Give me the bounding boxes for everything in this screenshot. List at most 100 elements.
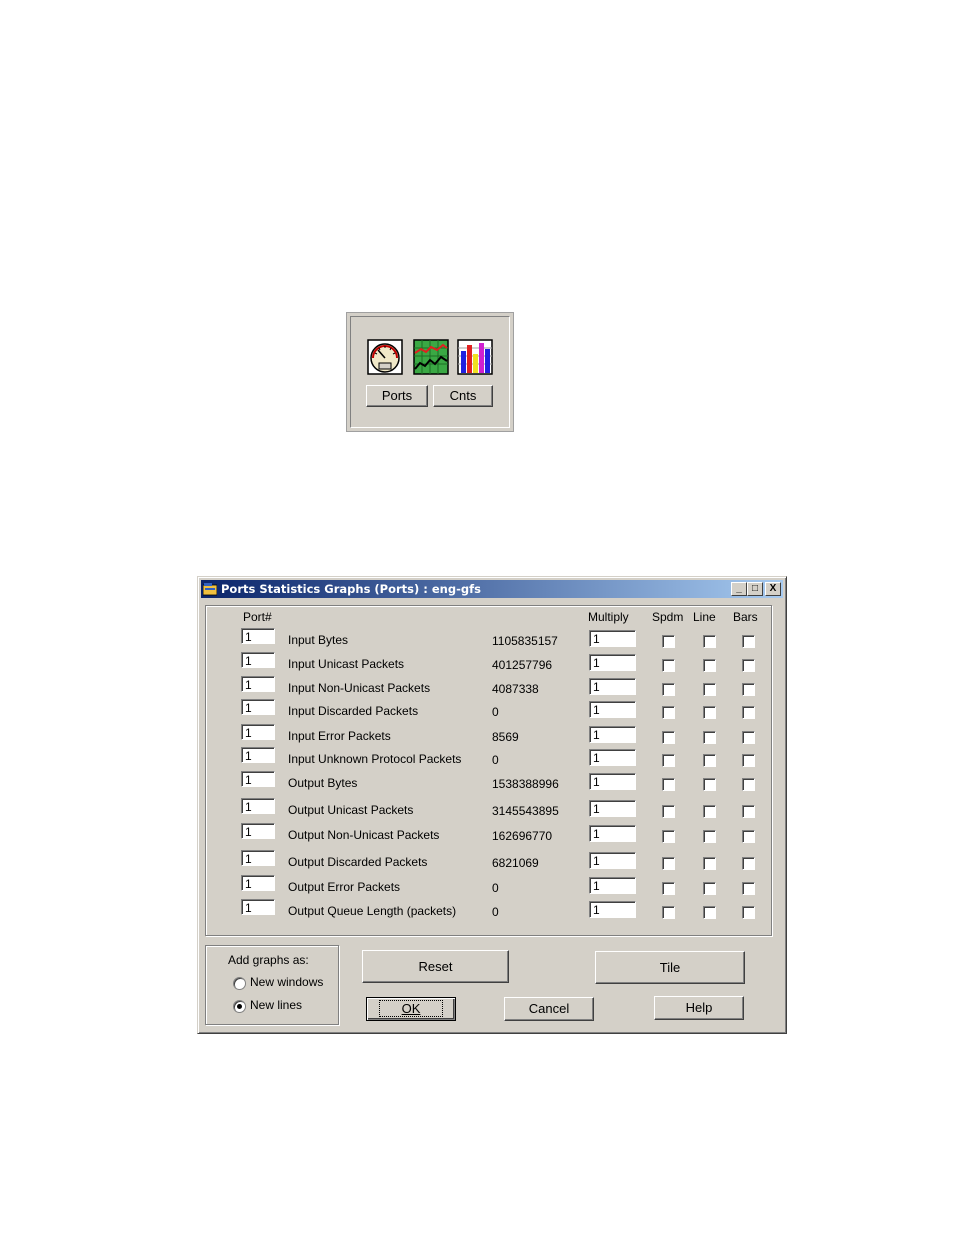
line-header: Line (693, 610, 716, 624)
bars-checkbox[interactable] (742, 882, 755, 895)
new-lines-radio[interactable] (233, 1000, 246, 1013)
spdm-checkbox[interactable] (662, 635, 675, 648)
line-checkbox[interactable] (703, 659, 716, 672)
maximize-button[interactable]: □ (747, 582, 763, 596)
add-graphs-label: Add graphs as: (228, 953, 309, 967)
ok-button-label: OK (378, 1000, 444, 1017)
bar-graph-icon[interactable] (457, 339, 493, 375)
port-number-input[interactable]: 1 (241, 699, 275, 715)
spdm-header: Spdm (652, 610, 684, 624)
port-number-input[interactable]: 1 (241, 771, 275, 787)
statistic-label: Input Error Packets (288, 729, 391, 743)
cancel-button[interactable]: Cancel (504, 997, 594, 1021)
help-button[interactable]: Help (654, 996, 744, 1020)
port-number-input[interactable]: 1 (241, 652, 275, 668)
multiply-input[interactable]: 1 (589, 630, 636, 647)
statistic-value: 8569 (492, 730, 519, 744)
statistic-value: 0 (492, 753, 499, 767)
bars-checkbox[interactable] (742, 635, 755, 648)
multiply-input[interactable]: 1 (589, 749, 636, 766)
spdm-checkbox[interactable] (662, 882, 675, 895)
statistic-label: Input Non-Unicast Packets (288, 681, 431, 695)
multiply-input[interactable]: 1 (589, 726, 636, 743)
bars-checkbox[interactable] (742, 805, 755, 818)
statistic-value: 401257796 (492, 658, 553, 672)
line-checkbox[interactable] (703, 857, 716, 870)
spdm-checkbox[interactable] (662, 754, 675, 767)
line-checkbox[interactable] (703, 805, 716, 818)
line-checkbox[interactable] (703, 906, 716, 919)
line-checkbox[interactable] (703, 706, 716, 719)
title-bar[interactable]: Ports Statistics Graphs (Ports) : eng-gf… (201, 580, 783, 598)
port-number-input[interactable]: 1 (241, 676, 275, 692)
bars-checkbox[interactable] (742, 830, 755, 843)
minimize-button[interactable]: _ (731, 582, 747, 596)
multiply-input[interactable]: 1 (589, 654, 636, 671)
ports-button[interactable]: Ports (366, 385, 428, 407)
statistic-label: Input Discarded Packets (288, 704, 419, 718)
port-number-input[interactable]: 1 (241, 899, 275, 915)
multiply-input[interactable]: 1 (589, 877, 636, 894)
spdm-checkbox[interactable] (662, 683, 675, 696)
cnts-button[interactable]: Cnts (433, 385, 493, 407)
ok-button[interactable]: OK (366, 997, 456, 1021)
spdm-checkbox[interactable] (662, 778, 675, 791)
gauge-icon[interactable] (367, 339, 403, 375)
multiply-input[interactable]: 1 (589, 773, 636, 790)
port-number-input[interactable]: 1 (241, 747, 275, 763)
close-button[interactable]: X (765, 582, 781, 596)
multiply-header: Multiply (588, 610, 629, 624)
statistic-label: Output Non-Unicast Packets (288, 828, 440, 842)
new-windows-radio[interactable] (233, 977, 246, 990)
multiply-input[interactable]: 1 (589, 825, 636, 842)
spdm-checkbox[interactable] (662, 706, 675, 719)
multiply-input[interactable]: 1 (589, 701, 636, 718)
line-checkbox[interactable] (703, 830, 716, 843)
port-number-input[interactable]: 1 (241, 823, 275, 839)
multiply-input[interactable]: 1 (589, 901, 636, 918)
spdm-checkbox[interactable] (662, 830, 675, 843)
bars-checkbox[interactable] (742, 778, 755, 791)
port-number-input[interactable]: 1 (241, 875, 275, 891)
spdm-checkbox[interactable] (662, 659, 675, 672)
spdm-checkbox[interactable] (662, 731, 675, 744)
multiply-input[interactable]: 1 (589, 800, 636, 817)
port-number-input[interactable]: 1 (241, 628, 275, 644)
line-checkbox[interactable] (703, 683, 716, 696)
statistic-value: 4087338 (492, 682, 539, 696)
statistic-value: 0 (492, 705, 499, 719)
port-number-input[interactable]: 1 (241, 724, 275, 740)
line-checkbox[interactable] (703, 882, 716, 895)
cancel-button-label: Cancel (528, 1001, 570, 1016)
graph-toolbar: Ports Cnts (346, 312, 514, 432)
port-header: Port# (243, 610, 272, 624)
bars-checkbox[interactable] (742, 857, 755, 870)
line-graph-icon[interactable] (413, 339, 449, 375)
multiply-input[interactable]: 1 (589, 852, 636, 869)
statistic-label: Input Bytes (288, 633, 349, 647)
line-checkbox[interactable] (703, 635, 716, 648)
line-checkbox[interactable] (703, 731, 716, 744)
spdm-checkbox[interactable] (662, 857, 675, 870)
line-checkbox[interactable] (703, 778, 716, 791)
statistic-value: 0 (492, 905, 499, 919)
bars-checkbox[interactable] (742, 706, 755, 719)
statistic-value: 3145543895 (492, 804, 559, 818)
spdm-checkbox[interactable] (662, 805, 675, 818)
bars-checkbox[interactable] (742, 683, 755, 696)
spdm-checkbox[interactable] (662, 906, 675, 919)
line-checkbox[interactable] (703, 754, 716, 767)
bars-checkbox[interactable] (742, 906, 755, 919)
statistic-value: 1538388996 (492, 777, 559, 791)
port-number-input[interactable]: 1 (241, 850, 275, 866)
multiply-input[interactable]: 1 (589, 678, 636, 695)
bars-checkbox[interactable] (742, 731, 755, 744)
tile-button[interactable]: Tile (595, 951, 745, 984)
reset-button[interactable]: Reset (362, 950, 509, 983)
ports-statistics-dialog: Ports Statistics Graphs (Ports) : eng-gf… (197, 576, 787, 1034)
bars-checkbox[interactable] (742, 659, 755, 672)
bars-checkbox[interactable] (742, 754, 755, 767)
port-number-input[interactable]: 1 (241, 798, 275, 814)
app-icon (202, 582, 218, 596)
statistic-label: Output Bytes (288, 776, 358, 790)
